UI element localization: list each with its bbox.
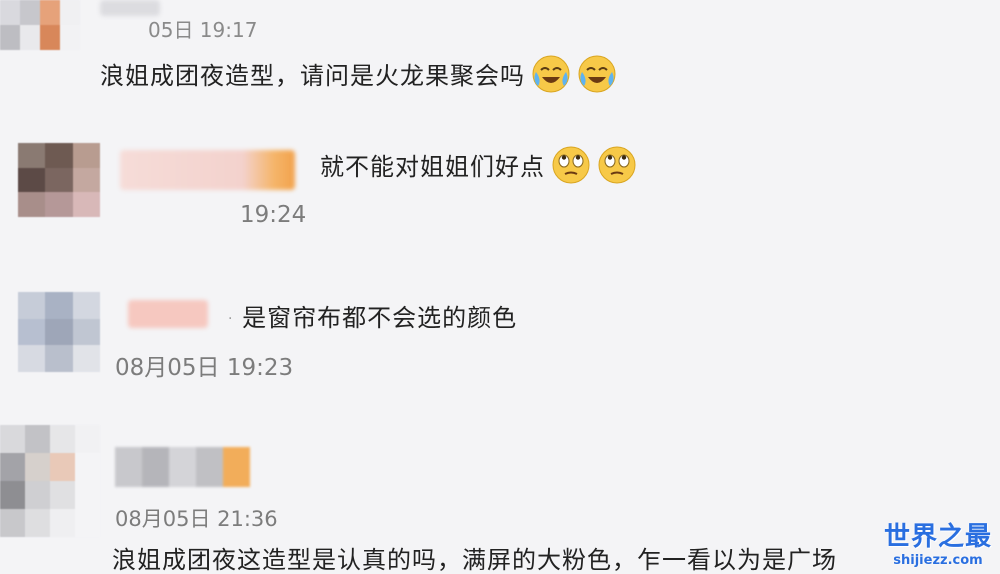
eye-roll-icon: [598, 146, 636, 184]
comment-body: 就不能对姐姐们好点: [320, 153, 545, 181]
username-redacted[interactable]: [128, 300, 208, 328]
comment-body: 浪姐成团夜造型，请问是火龙果聚会吗: [100, 62, 525, 90]
comment-body: 浪姐成团夜这造型是认真的吗，满屏的大粉色，乍一看以为是广场: [112, 546, 837, 574]
username-redacted[interactable]: [115, 447, 250, 487]
comment-text: 浪姐成团夜造型，请问是火龙果聚会吗: [100, 54, 617, 94]
watermark-url: shijiezz.com: [893, 553, 983, 568]
watermark-title: 世界之最: [883, 522, 992, 552]
avatar[interactable]: [0, 425, 100, 537]
comment-timestamp: 08月05日 21:36: [115, 507, 278, 531]
avatar[interactable]: [18, 292, 100, 372]
comment-list: 05日 19:17 浪姐成团夜造型，请问是火龙果聚会吗 19:24 就不能对姐姐…: [0, 0, 1000, 574]
avatar[interactable]: [0, 0, 80, 50]
crying-laughing-icon: [532, 55, 570, 93]
comment-timestamp: 19:24: [240, 202, 307, 228]
comment-text: · 是窗帘布都不会选的颜色: [228, 298, 517, 333]
crying-laughing-icon: [578, 55, 616, 93]
comment-timestamp: 08月05日 19:23: [115, 355, 294, 381]
avatar[interactable]: [18, 143, 100, 217]
eye-roll-icon: [552, 146, 590, 184]
comment-bullet: ·: [228, 311, 234, 327]
username-redacted[interactable]: [120, 150, 295, 190]
comment-timestamp: 05日 19:17: [148, 18, 258, 42]
comment-text: 浪姐成团夜这造型是认真的吗，满屏的大粉色，乍一看以为是广场: [112, 540, 837, 574]
comment-text: 就不能对姐姐们好点: [320, 145, 637, 185]
watermark-logo: 世界之最 shijiezz.com: [884, 516, 992, 568]
comment-body: 是窗帘布都不会选的颜色: [242, 304, 518, 332]
